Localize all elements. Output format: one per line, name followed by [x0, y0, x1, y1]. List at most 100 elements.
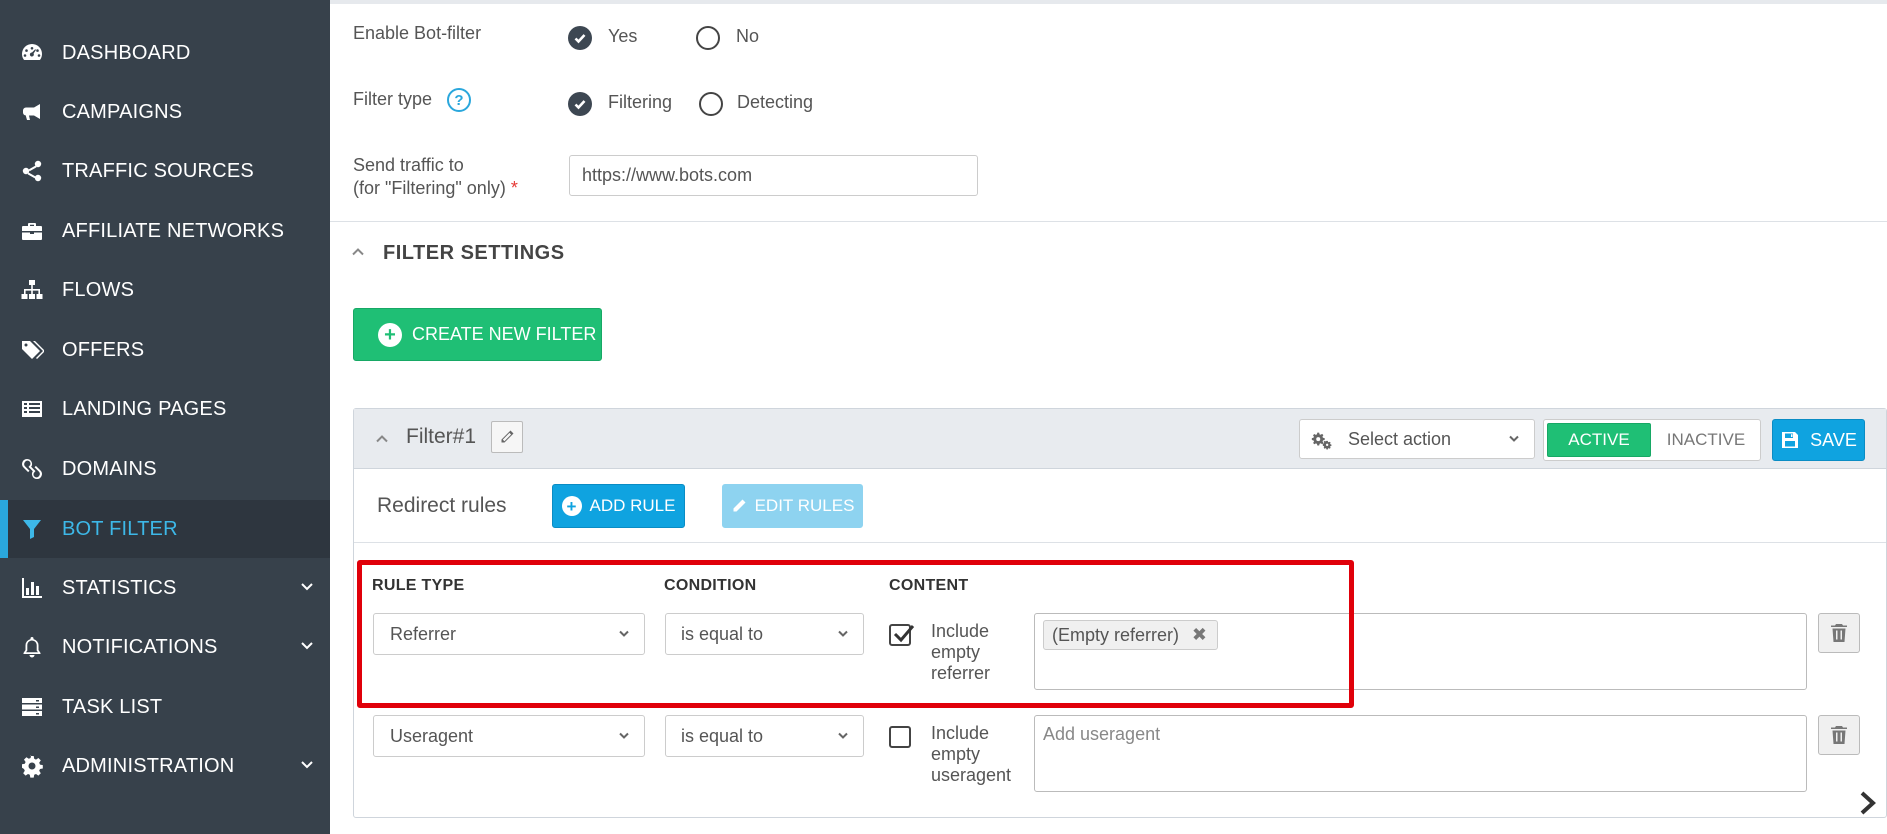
sidebar-item-label: TASK LIST	[62, 695, 163, 718]
chevron-down-icon	[618, 726, 630, 747]
enable-no-label: No	[736, 26, 760, 46]
select-action-label: Select action	[1348, 428, 1452, 449]
sidebar-item-flows[interactable]: FLOWS	[0, 261, 330, 319]
sidebar-item-statistics[interactable]: STATISTICS	[0, 559, 330, 617]
include-label-line: Include	[931, 621, 990, 641]
include-label-line: empty	[931, 744, 981, 764]
useragent-tag-input[interactable]: Add useragent	[1034, 715, 1807, 792]
status-inactive-button[interactable]: INACTIVE	[1654, 423, 1758, 457]
sidebar-item-dashboard[interactable]: DASHBOARD	[0, 24, 330, 82]
create-new-filter-button[interactable]: + CREATE NEW FILTER	[353, 308, 602, 361]
divider	[330, 221, 1887, 222]
enable-no-radio[interactable]	[696, 26, 720, 50]
edit-rules-label: EDIT RULES	[754, 496, 855, 515]
megaphone-icon	[19, 99, 45, 125]
sidebar-item-label: AFFILIATE NETWORKS	[62, 219, 285, 242]
gears-icon	[1310, 429, 1332, 456]
server-icon	[19, 694, 45, 720]
rule-type-select[interactable]: Useragent	[373, 715, 645, 757]
content-tag-input[interactable]: (Empty referrer) ✖	[1034, 613, 1807, 690]
send-traffic-sublabel: (for "Filtering" only) *	[353, 178, 518, 199]
sidebar-item-administration[interactable]: ADMINISTRATION	[0, 737, 330, 795]
enable-yes-label: Yes	[608, 26, 638, 46]
briefcase-icon	[19, 218, 45, 244]
condition-select[interactable]: is equal to	[665, 715, 864, 757]
include-label-line: empty	[931, 642, 981, 662]
sidebar: DASHBOARD CAMPAIGNS TRAFFIC SOURCES AFFI…	[0, 0, 330, 834]
sidebar-item-task-list[interactable]: TASK LIST	[0, 678, 330, 736]
required-mark: *	[510, 178, 518, 198]
tag-chip: (Empty referrer) ✖	[1043, 620, 1219, 650]
sidebar-item-affiliate-networks[interactable]: AFFILIATE NETWORKS	[0, 202, 330, 260]
save-button[interactable]: SAVE	[1772, 419, 1865, 461]
include-label-line: Include	[931, 723, 990, 743]
dashboard-icon	[19, 40, 45, 66]
rule-type-value: Referrer	[390, 623, 457, 644]
sidebar-item-label: OFFERS	[62, 338, 145, 361]
chevron-down-icon	[300, 755, 314, 778]
chevron-down-icon	[300, 577, 314, 600]
useragent-placeholder: Add useragent	[1043, 724, 1161, 744]
send-traffic-input[interactable]: https://www.bots.com	[569, 155, 978, 196]
condition-value: is equal to	[681, 623, 764, 644]
filter-type-filtering-radio[interactable]	[568, 92, 592, 116]
column-header-condition: CONDITION	[664, 577, 757, 594]
add-rule-button[interactable]: + ADD RULE	[552, 484, 685, 528]
close-icon[interactable]: ✖	[1192, 625, 1207, 646]
condition-select[interactable]: is equal to	[665, 613, 864, 655]
filter-type-detecting-label: Detecting	[737, 92, 814, 112]
delete-rule-button[interactable]	[1818, 613, 1860, 653]
link-icon	[19, 456, 45, 482]
enable-bot-filter-label: Enable Bot-filter	[353, 23, 482, 43]
sidebar-item-label: LANDING PAGES	[62, 397, 227, 420]
send-traffic-label: Send traffic to	[353, 155, 464, 175]
help-icon[interactable]: ?	[447, 88, 471, 112]
filter-panel: Filter#1 Select action ACTIVE INACTIVE S…	[353, 408, 1887, 818]
bar-chart-icon	[19, 575, 45, 601]
include-empty-referrer-checkbox[interactable]	[889, 624, 915, 646]
chevron-right-icon[interactable]	[1857, 790, 1879, 821]
filter-icon	[19, 516, 45, 542]
rule-type-value: Useragent	[390, 725, 474, 746]
filter-title: Filter#1	[406, 425, 477, 448]
sidebar-item-label: FLOWS	[62, 278, 135, 301]
plus-circle-icon: +	[561, 496, 582, 516]
include-label-line: useragent	[931, 765, 1012, 785]
rule-type-select[interactable]: Referrer	[373, 613, 645, 655]
chevron-down-icon	[300, 636, 314, 659]
delete-rule-button[interactable]	[1818, 715, 1860, 755]
sidebar-item-label: CAMPAIGNS	[62, 100, 183, 123]
sidebar-item-label: BOT FILTER	[62, 517, 178, 540]
filter-type-filtering-label: Filtering	[608, 92, 673, 112]
condition-value: is equal to	[681, 725, 764, 746]
include-label-line: referrer	[931, 663, 991, 683]
sidebar-item-campaigns[interactable]: CAMPAIGNS	[0, 83, 330, 141]
sidebar-item-offers[interactable]: OFFERS	[0, 321, 330, 379]
include-empty-useragent-checkbox[interactable]	[889, 726, 911, 748]
status-active-button[interactable]: ACTIVE	[1547, 423, 1651, 457]
edit-rules-button[interactable]: EDIT RULES	[722, 484, 863, 528]
sidebar-item-traffic-sources[interactable]: TRAFFIC SOURCES	[0, 142, 330, 200]
include-empty-useragent-label: Include empty useragent	[931, 723, 1011, 786]
sidebar-item-landing-pages[interactable]: LANDING PAGES	[0, 380, 330, 438]
pencil-icon[interactable]	[491, 421, 523, 453]
sidebar-item-label: NOTIFICATIONS	[62, 635, 218, 658]
bell-icon	[19, 634, 45, 660]
divider	[354, 542, 1886, 543]
include-empty-referrer-label: Include empty referrer	[931, 621, 990, 684]
trash-icon	[1831, 624, 1847, 642]
filter-type-detecting-radio[interactable]	[699, 92, 723, 116]
tag-label: (Empty referrer)	[1052, 624, 1180, 645]
sidebar-item-notifications[interactable]: NOTIFICATIONS	[0, 618, 330, 676]
save-label: SAVE	[1810, 429, 1857, 450]
column-header-rule-type: RULE TYPE	[372, 577, 465, 594]
chevron-up-icon[interactable]	[374, 431, 390, 452]
chevron-up-icon[interactable]	[350, 244, 366, 265]
sidebar-item-bot-filter[interactable]: BOT FILTER	[0, 500, 330, 558]
list-icon	[19, 396, 45, 422]
select-action-dropdown[interactable]: Select action	[1299, 419, 1535, 459]
sidebar-item-domains[interactable]: DOMAINS	[0, 440, 330, 498]
enable-yes-radio[interactable]	[568, 26, 592, 50]
trash-icon	[1831, 726, 1847, 744]
tags-icon	[19, 337, 45, 363]
